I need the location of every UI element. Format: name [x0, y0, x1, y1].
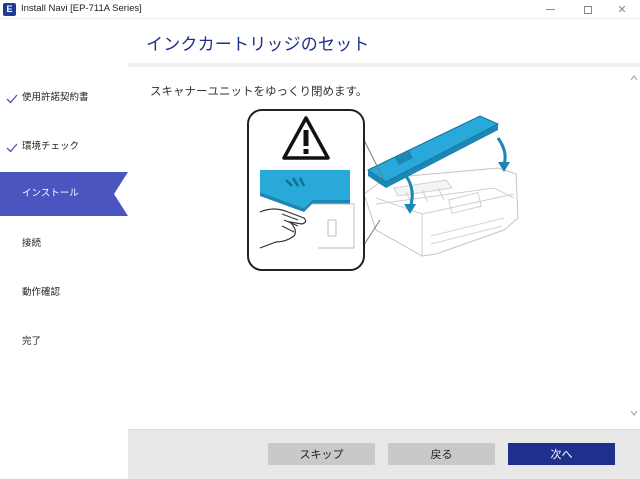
close-button[interactable]: ✕ — [604, 0, 640, 19]
sidebar-item-operation-check: 動作確認 — [0, 271, 128, 315]
sidebar-item-label: 接続 — [22, 238, 42, 249]
chevron-down-icon — [630, 410, 638, 416]
sidebar-item-label: 環境チェック — [22, 141, 80, 152]
sidebar-item-label: 使用許諾契約書 — [22, 92, 89, 103]
zoom-callout — [247, 109, 365, 271]
chevron-up-icon — [630, 75, 638, 81]
sidebar-item-label: インストール — [22, 188, 79, 199]
sidebar-item-connect: 接続 — [0, 222, 128, 266]
sidebar: 使用許諾契約書 環境チェック インストール 接続 動作確認 完了 — [0, 20, 128, 479]
maximize-icon — [584, 5, 592, 14]
close-icon: ✕ — [617, 3, 627, 16]
sidebar-item-complete: 完了 — [0, 320, 128, 364]
sidebar-item-install: インストール — [0, 172, 128, 216]
check-icon — [6, 143, 18, 153]
scroll-up-button[interactable] — [628, 72, 640, 84]
skip-button[interactable]: スキップ — [268, 443, 375, 465]
sidebar-item-label: 動作確認 — [22, 287, 61, 298]
scroll-down-button[interactable] — [628, 407, 640, 419]
app-icon: E — [3, 3, 16, 16]
sidebar-item-environment-check: 環境チェック — [0, 125, 128, 169]
vertical-scrollbar[interactable] — [628, 67, 640, 429]
illustration — [247, 109, 519, 271]
sidebar-item-license: 使用許諾契約書 — [0, 76, 128, 120]
back-button[interactable]: 戻る — [388, 443, 495, 465]
minimize-button[interactable] — [532, 0, 568, 19]
check-icon — [6, 94, 18, 104]
maximize-button[interactable] — [570, 0, 606, 19]
page-title: インクカートリッジのセット — [146, 35, 370, 55]
title-bar: E Install Navi [EP-711A Series] ✕ — [0, 0, 640, 19]
instruction-text: スキャナーユニットをゆっくり閉めます。 — [150, 84, 368, 98]
next-button[interactable]: 次へ — [508, 443, 615, 465]
minimize-icon — [545, 9, 555, 10]
window-title: Install Navi [EP-711A Series] — [21, 3, 142, 14]
sidebar-item-label: 完了 — [22, 336, 42, 347]
